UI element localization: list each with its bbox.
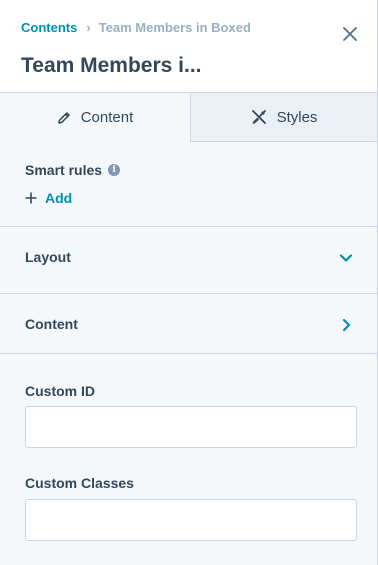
plus-icon (25, 192, 37, 204)
breadcrumb-current: Team Members in Boxed (98, 20, 251, 35)
tab-content[interactable]: Content (0, 93, 191, 142)
panel-header: Contents › Team Members in Boxed Team Me… (0, 0, 377, 93)
tab-styles[interactable]: Styles (191, 93, 377, 142)
add-smart-rule-button[interactable]: Add (25, 190, 72, 206)
info-icon[interactable]: i (108, 164, 121, 176)
tab-content-label: Content (80, 109, 134, 126)
brush-icon (251, 110, 266, 124)
section-content[interactable]: Content (0, 293, 377, 353)
custom-classes-input[interactable] (25, 499, 357, 541)
pencil-icon (57, 111, 70, 124)
chevron-down-icon (339, 254, 353, 262)
chevron-right-icon (342, 319, 351, 331)
smart-rules-heading: Smart rules i (25, 162, 121, 178)
smart-rules-label: Smart rules (25, 162, 103, 178)
page-title: Team Members i... (21, 54, 202, 77)
sidebar-panel: Contents › Team Members in Boxed Team Me… (0, 0, 378, 565)
custom-id-input[interactable] (25, 406, 357, 448)
tab-bar: Content Styles (0, 93, 377, 142)
section-content-label: Content (25, 316, 78, 332)
section-layout[interactable]: Layout (0, 226, 377, 286)
custom-id-label: Custom ID (25, 383, 95, 399)
breadcrumb-separator-icon: › (86, 20, 91, 35)
section-layout-label: Layout (25, 249, 71, 265)
add-label: Add (45, 190, 73, 206)
close-button[interactable] (339, 23, 361, 45)
section-divider (0, 353, 377, 354)
close-icon (343, 27, 357, 41)
breadcrumb: Contents › Team Members in Boxed (21, 20, 251, 35)
breadcrumb-contents-link[interactable]: Contents (21, 20, 77, 35)
tab-styles-label: Styles (276, 108, 318, 126)
custom-classes-label: Custom Classes (25, 475, 134, 491)
